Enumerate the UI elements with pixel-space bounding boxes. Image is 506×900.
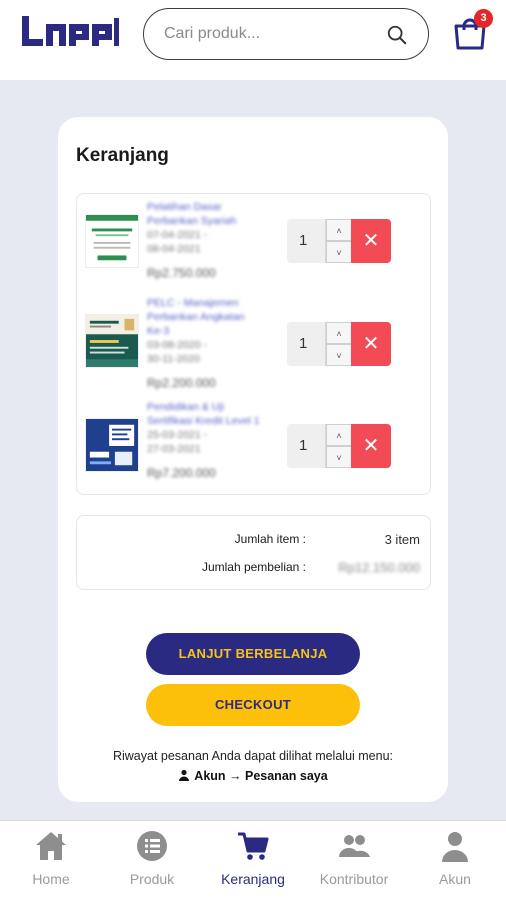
user-icon (179, 769, 190, 781)
quantity-value[interactable]: 1 (299, 335, 307, 352)
quantity-stepper[interactable]: 1 ˄ ˅ (287, 424, 352, 468)
page-title: Keranjang (76, 145, 169, 166)
item-name-line2[interactable]: Sertifikasi Kredit Level 1 (147, 414, 287, 428)
nav-item-akun[interactable]: Akun (405, 821, 505, 900)
order-summary: Jumlah item : 3 item Jumlah pembelian : … (76, 515, 431, 590)
quantity-stepper[interactable]: 1 ˄ ˅ (287, 322, 352, 366)
item-count-label: Jumlah item : (234, 532, 306, 546)
search-input[interactable] (164, 23, 374, 45)
increment-button[interactable]: ˄ (326, 322, 352, 344)
nav-label-home: Home (32, 871, 70, 887)
cart-item: Pelatihan Dasar Perbankan Syariah 07-04-… (77, 200, 432, 300)
item-info: Pendidikan & Uji Sertifikasi Kredit Leve… (147, 400, 287, 480)
order-history-path-text: Akun → Pesanan saya (194, 769, 328, 783)
item-date-start: 25-03-2021 - (147, 429, 208, 441)
item-name-line2[interactable]: Perbankan Syariah (147, 214, 287, 228)
nav-label-produk: Produk (129, 871, 175, 887)
quantity-stepper[interactable]: 1 ˄ ˅ (287, 219, 352, 263)
item-date-end: 08-04-2021 (147, 243, 201, 255)
cart-icon (238, 832, 269, 860)
cart-card: Keranjang Pelatihan Dasar Perbankan Syar… (58, 117, 448, 802)
nav-label-keranjang: Keranjang (221, 871, 285, 887)
nav-label-kontributor: Kontributor (319, 871, 389, 887)
quantity-value[interactable]: 1 (299, 232, 307, 249)
item-price: Rp2.750.000 (147, 266, 216, 280)
cart-item: PELC - Manajemen Perbankan Angkatan Ke-3… (77, 296, 432, 396)
continue-shopping-button[interactable]: LANJUT BERBELANJA (146, 633, 360, 675)
quantity-value[interactable]: 1 (299, 437, 307, 454)
cart-item: Pendidikan & Uji Sertifikasi Kredit Leve… (77, 400, 432, 500)
total-value: Rp12.150.000 (338, 560, 420, 575)
list-icon (137, 831, 167, 861)
total-label: Jumlah pembelian : (201, 560, 306, 574)
item-price: Rp2.200.000 (147, 376, 216, 390)
item-date-end: 27-03-2021 (147, 443, 201, 455)
item-date-end: 30-11-2020 (147, 353, 200, 365)
stepper-buttons: ˄ ˅ (325, 219, 352, 263)
increment-button[interactable]: ˄ (326, 424, 352, 446)
home-icon (36, 832, 66, 860)
stepper-buttons: ˄ ˅ (325, 424, 352, 468)
item-price: Rp7.200.000 (147, 466, 216, 480)
item-name[interactable]: PELC - Manajemen (147, 296, 287, 310)
item-name[interactable]: Pendidikan & Uji (147, 400, 287, 414)
remove-item-button[interactable]: ✕ (351, 219, 391, 263)
cart-count-badge: 3 (474, 9, 493, 28)
users-icon (339, 835, 370, 857)
nav-item-kontributor[interactable]: Kontributor (304, 821, 404, 900)
item-info: Pelatihan Dasar Perbankan Syariah 07-04-… (147, 200, 287, 280)
order-history-note: Riwayat pesanan Anda dapat dilihat melal… (112, 749, 394, 763)
nav-label-akun: Akun (439, 871, 471, 887)
order-history-path: Akun → Pesanan saya (58, 769, 448, 783)
nav-item-home[interactable]: Home (1, 821, 101, 900)
item-name[interactable]: Pelatihan Dasar (147, 200, 287, 214)
checkout-button[interactable]: CHECKOUT (146, 684, 360, 726)
item-name-line2[interactable]: Perbankan Angkatan (147, 310, 287, 324)
decrement-button[interactable]: ˅ (326, 344, 352, 366)
user-icon (442, 832, 468, 862)
item-count-value: 3 item (384, 532, 420, 547)
product-thumbnail[interactable] (85, 214, 139, 268)
item-date-start: 07-04-2021 - (147, 229, 208, 241)
remove-item-button[interactable]: ✕ (351, 424, 391, 468)
search-bar[interactable] (143, 8, 429, 60)
item-info: PELC - Manajemen Perbankan Angkatan Ke-3… (147, 296, 287, 390)
lppi-logo[interactable] (20, 12, 120, 52)
app-header: 3 (0, 0, 506, 80)
bottom-navigation: Home Produk Keranjang Kontributor Akun (0, 820, 506, 900)
decrement-button[interactable]: ˅ (326, 446, 352, 468)
product-thumbnail[interactable] (85, 418, 139, 472)
search-icon[interactable] (386, 24, 408, 46)
product-thumbnail[interactable] (85, 314, 139, 368)
stepper-buttons: ˄ ˅ (325, 322, 352, 366)
nav-item-keranjang[interactable]: Keranjang (203, 821, 303, 900)
item-name-line3[interactable]: Ke-3 (147, 324, 287, 338)
decrement-button[interactable]: ˅ (326, 241, 352, 263)
item-date-start: 03-08-2020 - (147, 339, 208, 351)
remove-item-button[interactable]: ✕ (351, 322, 391, 366)
cart-items-list: Pelatihan Dasar Perbankan Syariah 07-04-… (76, 193, 431, 495)
nav-item-produk[interactable]: Produk (102, 821, 202, 900)
increment-button[interactable]: ˄ (326, 219, 352, 241)
